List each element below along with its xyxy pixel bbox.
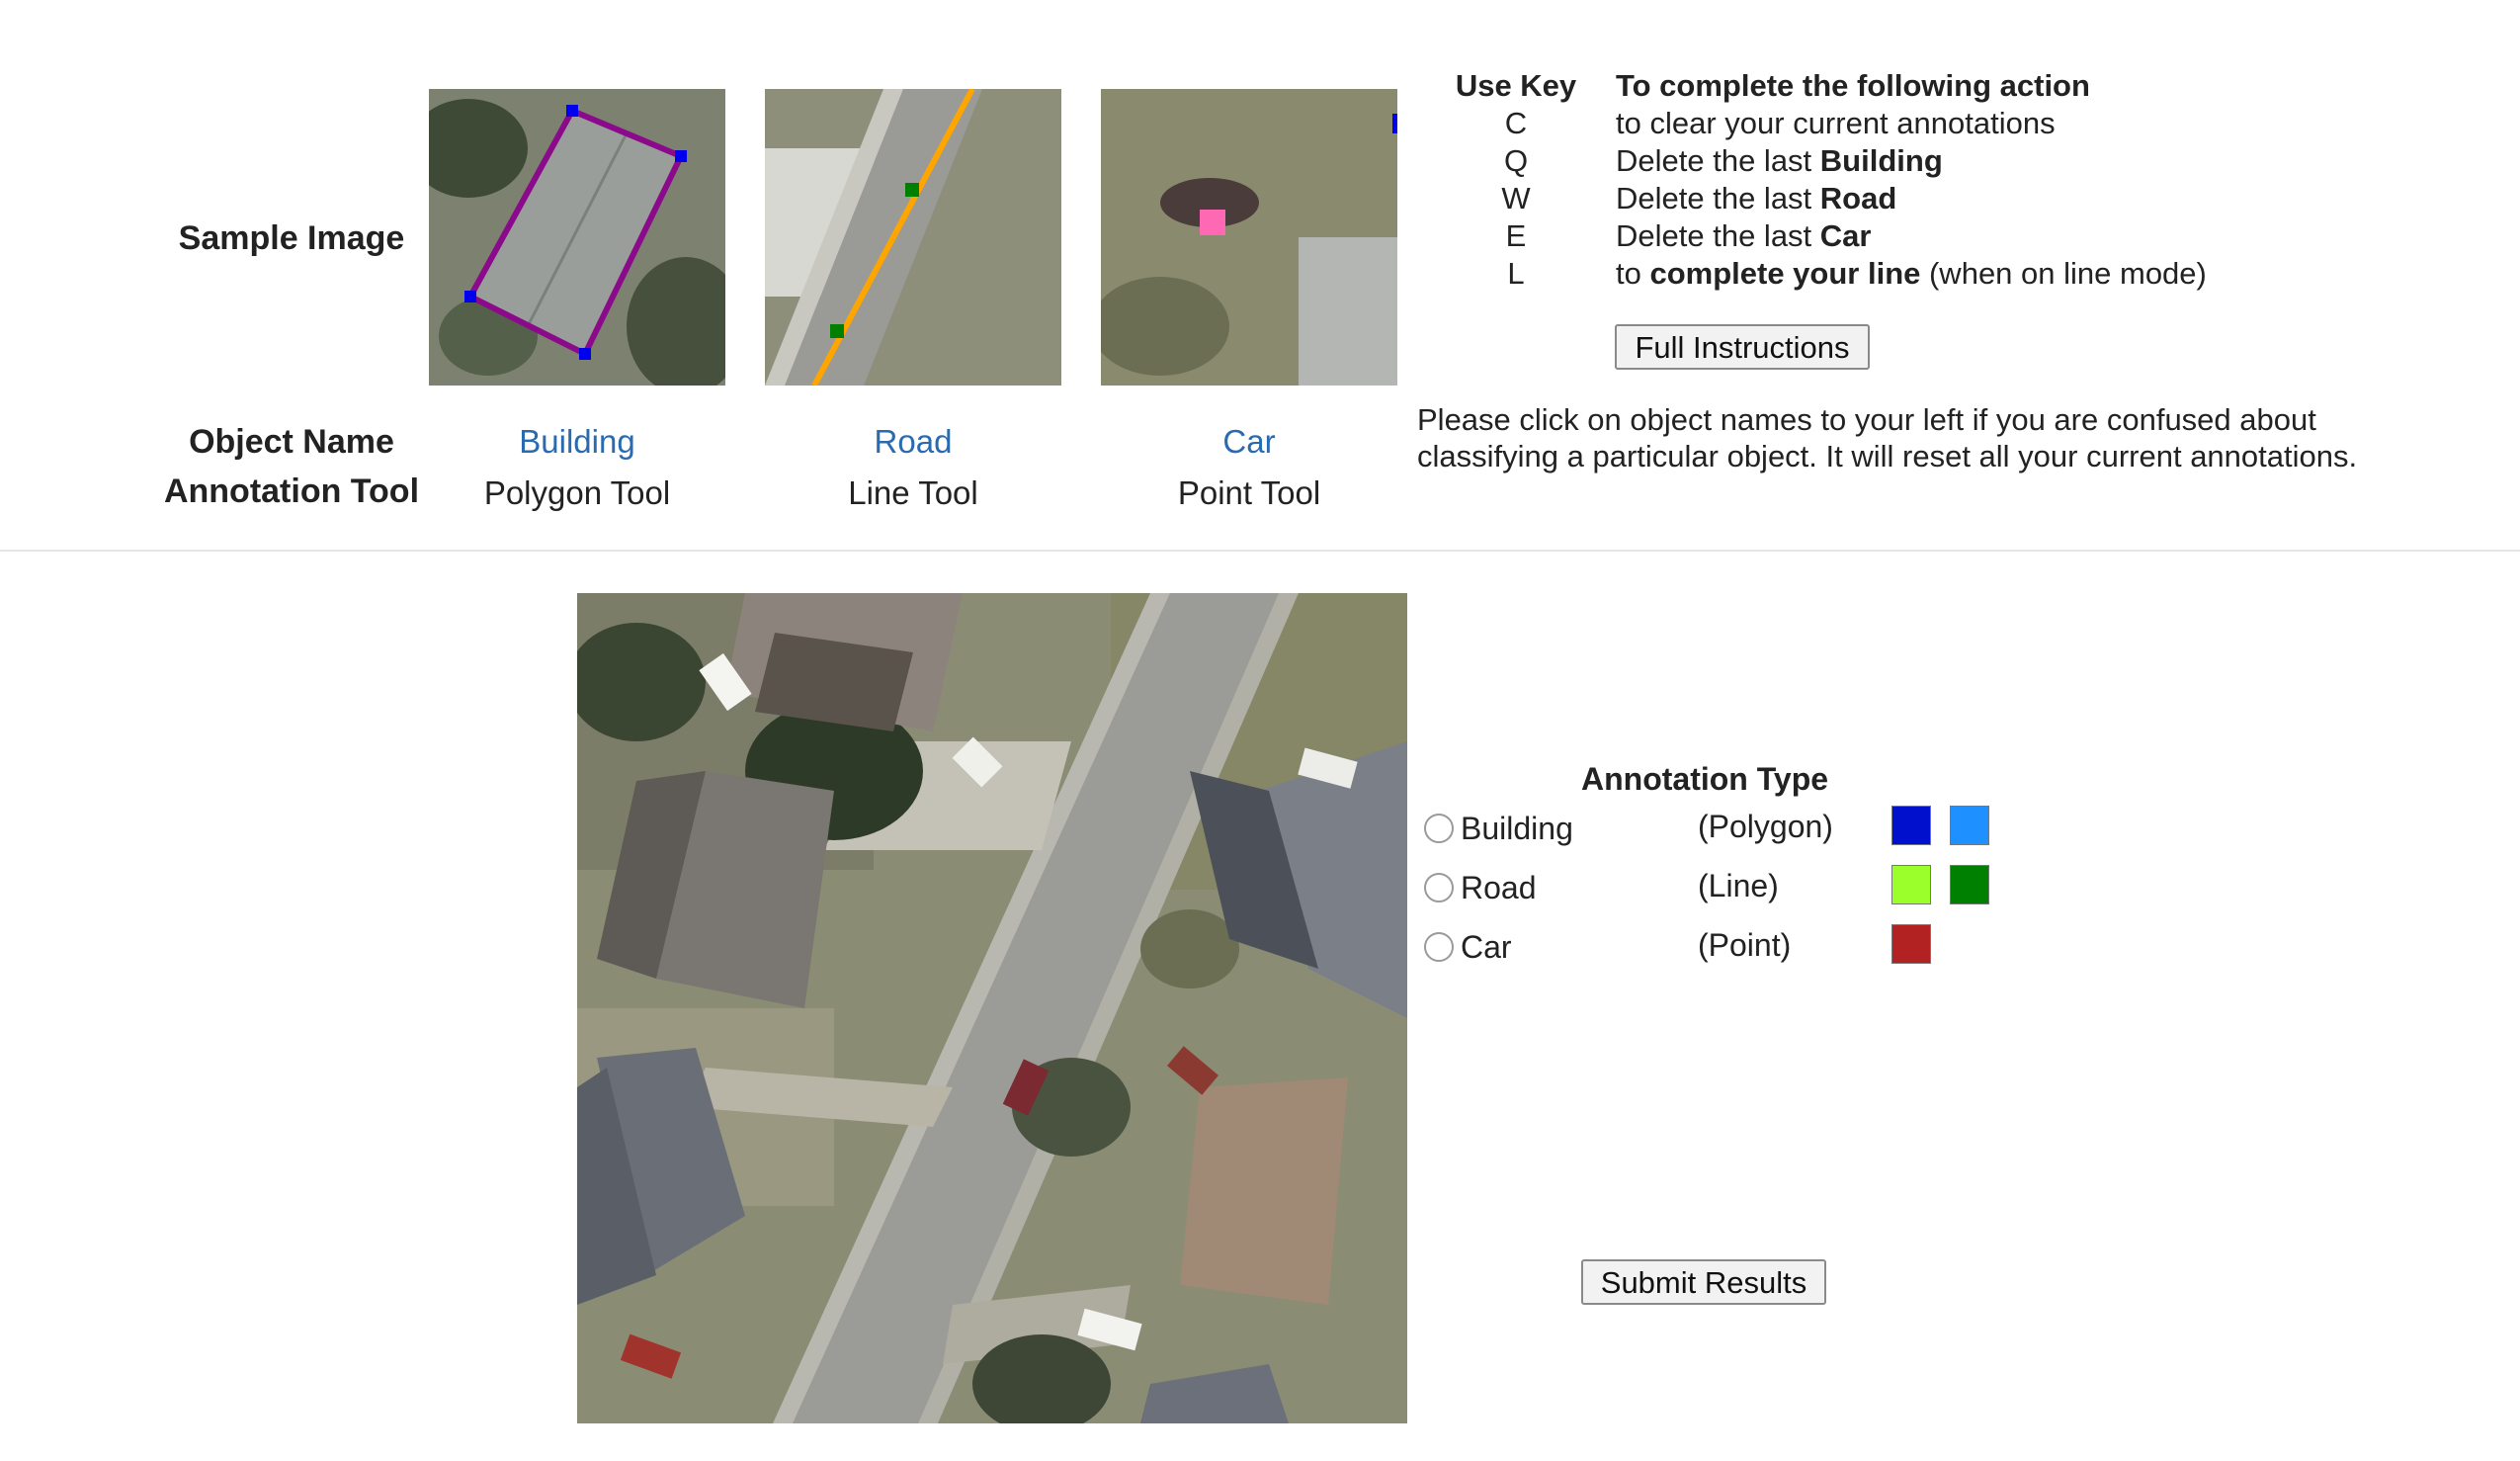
action-clear: to clear your current annotations: [1616, 106, 2056, 140]
object-link-road[interactable]: Road: [765, 423, 1061, 461]
action-delete-road: Delete the last Road: [1616, 181, 1897, 215]
annotation-type-title: Annotation Type: [1581, 761, 1829, 797]
object-name-label: Object Name: [189, 423, 394, 461]
section-divider: [0, 550, 2520, 552]
car-color-swatch[interactable]: [1891, 924, 1931, 964]
annotation-tool-label: Annotation Tool: [163, 473, 420, 510]
annotation-canvas[interactable]: [577, 593, 1407, 1423]
annotation-label-car[interactable]: Car: [1461, 929, 1512, 966]
key-q: Q: [1503, 143, 1529, 178]
full-instructions-button[interactable]: Full Instructions: [1615, 324, 1870, 370]
annotation-type-polygon: (Polygon): [1698, 809, 1833, 844]
help-text-line-2: classifying a particular object. It will…: [1417, 439, 2358, 473]
key-l: L: [1507, 256, 1525, 291]
action-delete-building: Delete the last Building: [1616, 143, 1943, 178]
building-color-swatch-2[interactable]: [1950, 806, 1989, 845]
radio-car[interactable]: [1424, 932, 1454, 962]
tool-point: Point Tool: [1177, 474, 1321, 511]
road-color-swatch-1[interactable]: [1891, 865, 1931, 904]
radio-road[interactable]: [1424, 873, 1454, 902]
building-color-swatch-1[interactable]: [1891, 806, 1931, 845]
action-delete-car: Delete the last Car: [1616, 218, 1872, 253]
road-color-swatch-2[interactable]: [1950, 865, 1989, 904]
annotation-type-line: (Line): [1698, 868, 1779, 903]
tool-polygon: Polygon Tool: [483, 474, 671, 511]
action-complete-line: to complete your line (when on line mode…: [1616, 256, 2207, 291]
object-link-building[interactable]: Building: [429, 423, 725, 461]
radio-building[interactable]: [1424, 814, 1454, 843]
car-sample-image: [1101, 89, 1397, 386]
action-header: To complete the following action: [1616, 68, 2090, 103]
key-e: E: [1505, 218, 1527, 253]
tool-line: Line Tool: [848, 474, 978, 511]
sample-image-label: Sample Image: [178, 219, 405, 257]
key-w: W: [1501, 181, 1531, 215]
annotation-label-building[interactable]: Building: [1461, 811, 1573, 847]
road-sample-image: [765, 89, 1061, 386]
annotation-type-point: (Point): [1698, 927, 1792, 963]
help-text-line-1: Please click on object names to your lef…: [1417, 402, 2316, 437]
annotation-label-road[interactable]: Road: [1461, 870, 1537, 906]
key-c: C: [1504, 106, 1528, 140]
building-sample-image: [429, 89, 725, 386]
help-text: Please click on object names to your lef…: [1417, 401, 2357, 474]
object-link-car[interactable]: Car: [1101, 423, 1397, 461]
use-key-header: Use Key: [1455, 68, 1577, 103]
submit-results-button[interactable]: Submit Results: [1581, 1259, 1826, 1305]
